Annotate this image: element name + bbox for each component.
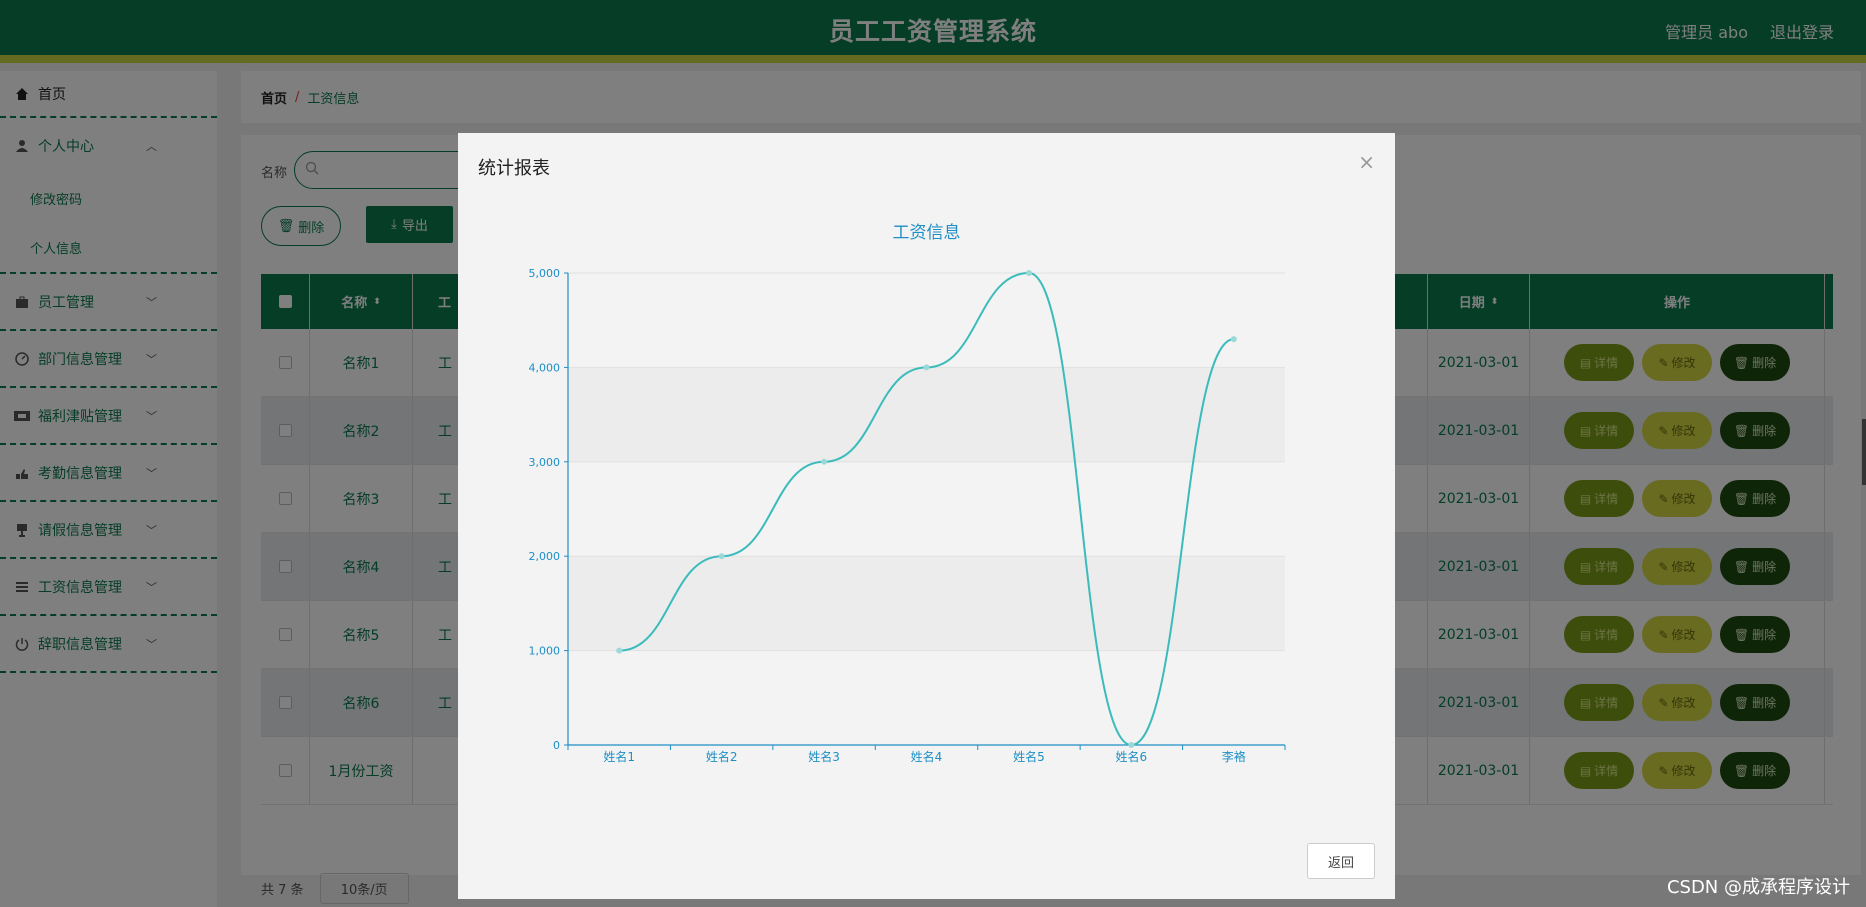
y-tick-label: 3,000 bbox=[529, 456, 561, 469]
stats-report-dialog: 统计报表 × 工资信息 0 1,000 2,000 3,000 4,000 5,000 姓名1… bbox=[458, 133, 1395, 899]
grid-band bbox=[568, 273, 1285, 368]
y-tick-label: 1,000 bbox=[529, 645, 561, 658]
x-tick-label: 李袼 bbox=[1222, 749, 1246, 764]
x-tick-label: 姓名3 bbox=[808, 749, 840, 764]
grid-band bbox=[568, 650, 1285, 745]
y-tick-label: 2,000 bbox=[529, 550, 561, 563]
data-point bbox=[821, 458, 828, 465]
x-tick-label: 姓名1 bbox=[603, 749, 635, 764]
grid-band bbox=[568, 556, 1285, 651]
chart-svg: 工资信息 0 1,000 2,000 3,000 4,000 5,000 姓名1 姓名2 姓名3 姓… bbox=[529, 223, 1286, 764]
data-point bbox=[1128, 742, 1135, 748]
close-icon[interactable]: × bbox=[1358, 150, 1375, 174]
data-point bbox=[616, 647, 623, 654]
dialog-title: 统计报表 bbox=[478, 158, 550, 179]
y-tick-label: 5,000 bbox=[529, 267, 561, 280]
back-button[interactable]: 返回 bbox=[1307, 843, 1375, 879]
x-tick-label: 姓名2 bbox=[706, 749, 738, 764]
page-scrollbar[interactable] bbox=[1862, 419, 1866, 485]
data-point bbox=[718, 553, 725, 560]
data-point bbox=[923, 364, 930, 371]
chart-title: 工资信息 bbox=[893, 223, 961, 243]
data-point bbox=[1230, 336, 1237, 343]
grid-band bbox=[568, 461, 1285, 557]
back-label: 返回 bbox=[1327, 855, 1354, 871]
y-tick-label: 0 bbox=[553, 739, 560, 752]
grid-band bbox=[568, 367, 1285, 462]
x-tick-label: 姓名4 bbox=[911, 749, 943, 764]
y-tick-label: 4,000 bbox=[529, 361, 561, 374]
x-tick-label: 姓名6 bbox=[1116, 749, 1148, 764]
data-point bbox=[1025, 270, 1032, 276]
x-tick-label: 姓名5 bbox=[1013, 749, 1045, 764]
watermark: CSDN @成承程序设计 bbox=[1666, 877, 1850, 898]
salary-line-chart: 工资信息 0 1,000 2,000 3,000 4,000 5,000 姓名1 姓名2 姓名3 姓… bbox=[458, 213, 1395, 813]
